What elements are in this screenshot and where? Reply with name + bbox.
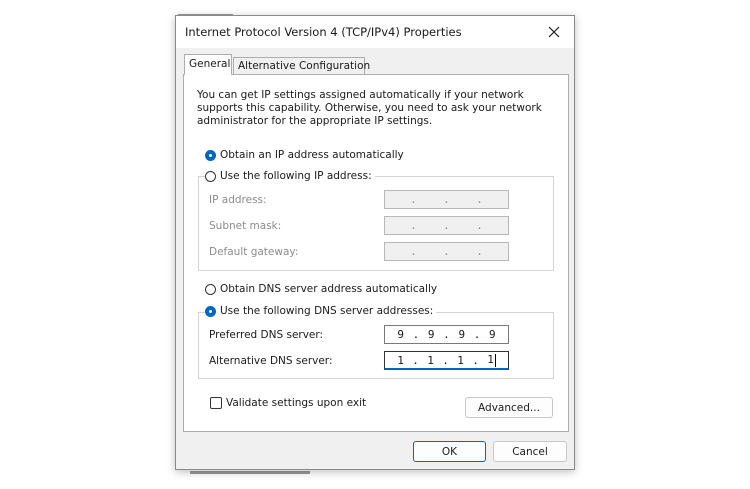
advanced-button[interactable]: Advanced... xyxy=(465,397,553,418)
tab-alternative-configuration[interactable]: Alternative Configuration xyxy=(233,57,370,75)
close-icon xyxy=(548,26,560,38)
tab-general[interactable]: General xyxy=(184,54,232,75)
window-title: Internet Protocol Version 4 (TCP/IPv4) P… xyxy=(185,25,462,39)
ok-button[interactable]: OK xyxy=(413,441,486,462)
ipv4-properties-dialog: Internet Protocol Version 4 (TCP/IPv4) P… xyxy=(175,15,575,470)
ip-manual-option[interactable]: Use the following IP address: xyxy=(205,170,375,182)
alternate-dns-dot-1: . xyxy=(412,353,419,367)
background-artifact-bottom xyxy=(190,471,310,474)
preferred-dns-dot-3: . xyxy=(473,328,481,341)
default-gateway-label: Default gateway: xyxy=(209,246,299,258)
preferred-dns-label: Preferred DNS server: xyxy=(209,329,324,341)
alternate-dns-octet-4: 1 xyxy=(487,353,494,367)
dns-manual-label: Use the following DNS server addresses: xyxy=(220,305,434,317)
alternate-dns-label: Alternative DNS server: xyxy=(209,355,333,367)
validate-settings-checkbox[interactable] xyxy=(210,397,222,409)
cancel-button[interactable]: Cancel xyxy=(493,441,567,462)
alternate-dns-input[interactable]: 1 . 1 . 1 . 1 xyxy=(384,351,509,370)
title-bar: Internet Protocol Version 4 (TCP/IPv4) P… xyxy=(176,16,574,48)
ip-address-value: . . . xyxy=(410,193,483,206)
ip-manual-label: Use the following IP address: xyxy=(220,170,372,182)
validate-settings-label: Validate settings upon exit xyxy=(226,397,367,409)
alternate-dns-octet-1: 1 xyxy=(397,353,404,367)
ip-address-label: IP address: xyxy=(209,194,267,206)
preferred-dns-octet-3: 9 xyxy=(458,328,466,341)
subnet-mask-input[interactable]: . . . xyxy=(384,216,509,235)
dns-manual-radio[interactable] xyxy=(205,305,216,317)
ip-address-input[interactable]: . . . xyxy=(384,190,509,209)
preferred-dns-octet-4: 9 xyxy=(489,328,496,341)
alternate-dns-dot-3: . xyxy=(472,353,479,367)
preferred-dns-dot-1: . xyxy=(412,328,420,341)
subnet-mask-label: Subnet mask: xyxy=(209,220,282,232)
dns-auto-option[interactable]: Obtain DNS server address automatically xyxy=(205,283,437,295)
dns-manual-option[interactable]: Use the following DNS server addresses: xyxy=(205,305,437,317)
preferred-dns-dot-2: . xyxy=(443,328,450,341)
default-gateway-input[interactable]: . . . xyxy=(384,242,509,261)
ip-manual-radio[interactable] xyxy=(205,170,216,182)
preferred-dns-octet-1: 9 xyxy=(397,328,404,341)
alternate-dns-dot-2: . xyxy=(442,353,449,367)
preferred-dns-octet-2: 9 xyxy=(427,328,435,341)
dns-auto-label: Obtain DNS server address automatically xyxy=(220,283,438,295)
subnet-mask-value: . . . xyxy=(410,219,483,232)
intro-text: You can get IP settings assigned automat… xyxy=(197,89,542,127)
ip-auto-radio[interactable] xyxy=(205,149,216,161)
dns-auto-radio[interactable] xyxy=(205,283,216,295)
ip-auto-label: Obtain an IP address automatically xyxy=(220,149,404,161)
close-button[interactable] xyxy=(534,16,574,48)
alternate-dns-octet-2: 1 xyxy=(427,353,434,367)
text-caret xyxy=(494,353,496,367)
default-gateway-value: . . . xyxy=(410,245,483,258)
alternate-dns-octet-3: 1 xyxy=(457,353,464,367)
preferred-dns-input[interactable]: 9 . 9 . 9 . 9 xyxy=(384,325,509,344)
ip-auto-option[interactable]: Obtain an IP address automatically xyxy=(205,149,404,161)
validate-settings-option[interactable]: Validate settings upon exit xyxy=(210,397,366,409)
